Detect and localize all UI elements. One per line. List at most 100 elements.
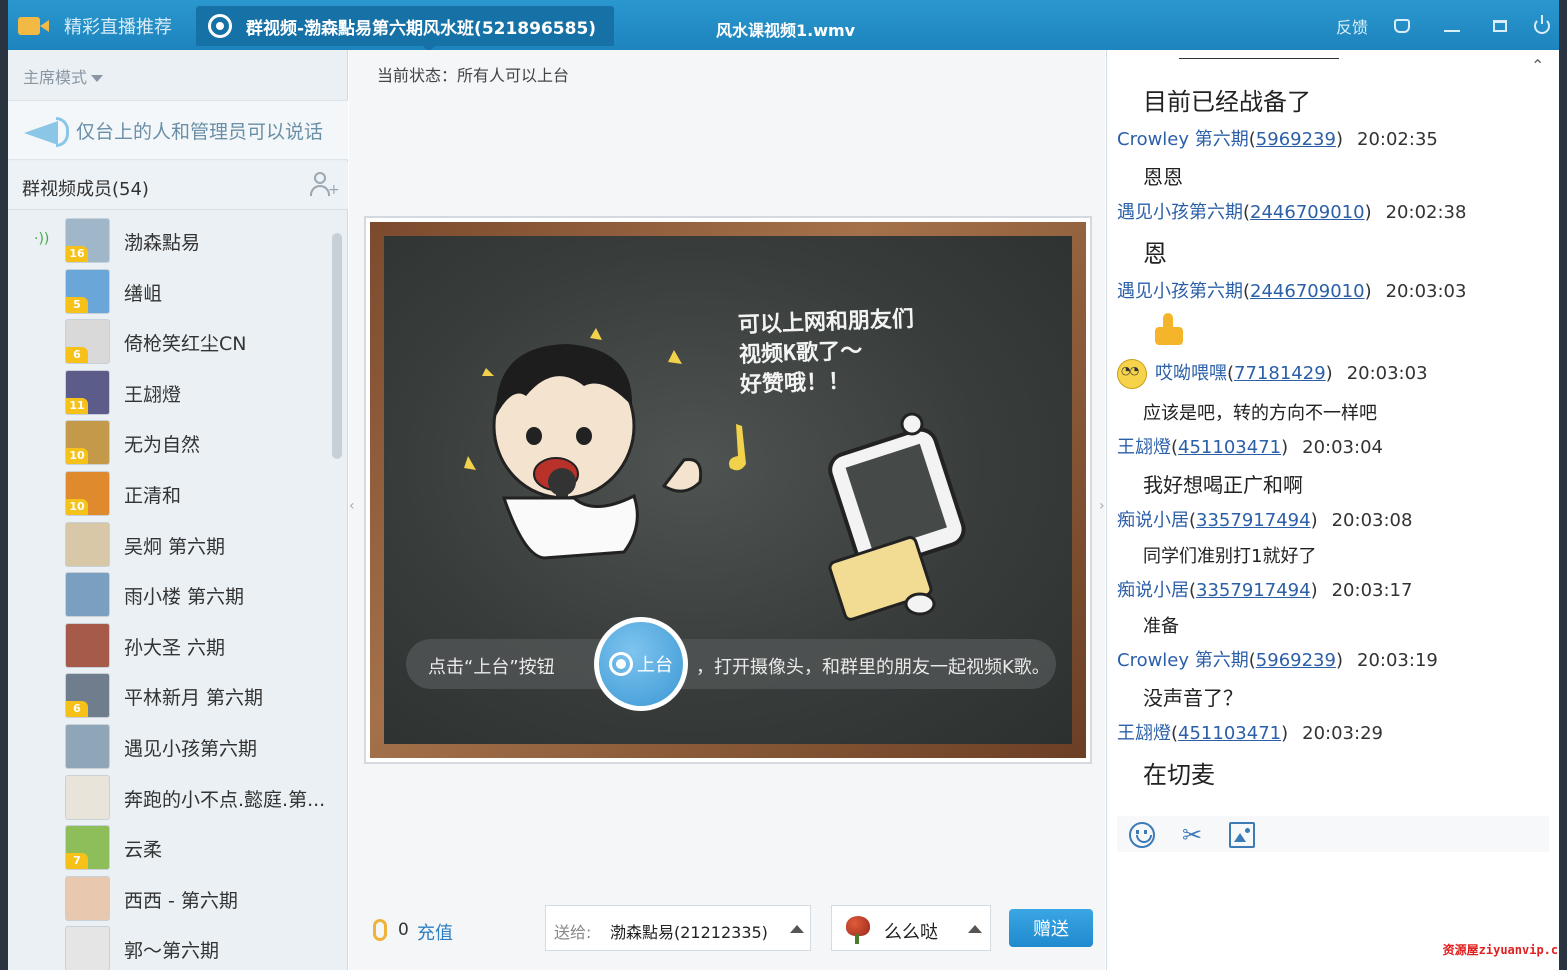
avatar[interactable]: [65, 572, 110, 618]
sender-name[interactable]: 痴说小居: [1117, 580, 1189, 601]
member-item[interactable]: 遇见小孩第六期: [8, 721, 330, 772]
message-body: 同学们准别打1就好了: [1143, 546, 1317, 567]
member-item[interactable]: 孙大圣 六期: [8, 620, 330, 671]
message-body: 恩: [1143, 240, 1167, 268]
member-item[interactable]: 6 倚枪笑红尘CN: [8, 316, 330, 367]
member-item[interactable]: 奔跑的小不点.懿庭.第...: [8, 772, 330, 823]
rose-icon: [842, 914, 876, 944]
sender-qq[interactable]: 451103471: [1178, 723, 1281, 744]
sender-qq[interactable]: 3357917494: [1196, 510, 1311, 531]
avatar[interactable]: 6: [65, 673, 110, 719]
avatar[interactable]: 7: [65, 825, 110, 871]
sender-name[interactable]: 遇见小孩第六期: [1117, 281, 1243, 302]
video-title: 风水课视频1.wmv: [716, 21, 856, 40]
sender-name[interactable]: 遇见小孩第六期: [1117, 202, 1243, 223]
scissors-icon[interactable]: ✂: [1179, 822, 1205, 848]
member-item[interactable]: 西西 - 第六期: [8, 873, 330, 924]
sender-qq[interactable]: 3357917494: [1196, 580, 1311, 601]
give-gift-button[interactable]: 赠送: [1009, 909, 1093, 947]
sender-name[interactable]: 王翃燈: [1117, 723, 1171, 744]
member-item[interactable]: 6 平林新月 第六期: [8, 670, 330, 721]
sender-qq[interactable]: 77181429: [1234, 363, 1326, 384]
member-item[interactable]: 10 正清和: [8, 468, 330, 519]
sender-name[interactable]: Crowley 第六期: [1117, 129, 1249, 150]
message-header: 痴说小居(3357917494) 20:03:08: [1117, 510, 1413, 531]
message-time: 20:02:38: [1385, 202, 1467, 223]
members-panel: 主席模式 仅台上的人和管理员可以说话 群视频成员(54) + ·)) 16 渤森點易…: [8, 50, 348, 970]
sender-name[interactable]: 痴说小居: [1117, 510, 1189, 531]
message-time: 20:03:17: [1331, 580, 1413, 601]
minimize-button[interactable]: [1438, 14, 1466, 38]
member-item[interactable]: 5 缮岨: [8, 266, 330, 317]
member-item[interactable]: 郭～第六期: [8, 923, 330, 970]
message-header: 遇见小孩第六期(2446709010) 20:02:38: [1117, 202, 1467, 223]
tab-group-label: 群视频-渤森點易第六期风水班(521896585): [246, 18, 597, 39]
member-name: 郭～第六期: [124, 940, 220, 963]
avatar[interactable]: [65, 723, 110, 769]
avatar[interactable]: [65, 622, 110, 668]
sender-name[interactable]: 王翃燈: [1117, 437, 1171, 458]
send-to-select[interactable]: 送给: 渤森點易(21212335): [545, 905, 811, 951]
webcam-icon: [208, 14, 232, 38]
speaking-notice: 仅台上的人和管理员可以说话: [8, 100, 348, 160]
sender-name[interactable]: 哎呦喂嘿: [1155, 363, 1227, 384]
avatar[interactable]: [65, 875, 110, 921]
member-name: 倚枪笑红尘CN: [124, 333, 247, 356]
tab-live-label: 精彩直播推荐: [64, 17, 172, 38]
close-button[interactable]: [1528, 14, 1556, 38]
member-list[interactable]: ·)) 16 渤森點易 5 缮岨 6 倚枪笑红尘CN 11 王翃燈 10 无为自然 10 正清和 吴炯 第…: [8, 215, 330, 970]
member-item[interactable]: 7 云柔: [8, 822, 330, 873]
chalk-line: 可以上网和朋友们: [737, 306, 915, 339]
coin-count: 0: [398, 920, 409, 940]
maximize-button[interactable]: [1486, 14, 1514, 38]
avatar[interactable]: 5: [65, 268, 110, 314]
sender-qq[interactable]: 5969239: [1256, 129, 1336, 150]
member-item[interactable]: ·)) 16 渤森點易: [8, 215, 330, 266]
collapse-right-icon[interactable]: ›: [1099, 498, 1105, 514]
member-name: 西西 - 第六期: [124, 889, 238, 912]
smiley-avatar-icon: [1117, 359, 1147, 389]
add-member-icon[interactable]: +: [310, 172, 340, 198]
mode-dropdown[interactable]: 主席模式: [23, 64, 104, 88]
chalk-line: 好赞哦！！: [739, 369, 851, 399]
feedback-button[interactable]: 反馈: [1332, 14, 1372, 38]
message-header: 遇见小孩第六期(2446709010) 20:03:03: [1117, 281, 1467, 302]
avatar[interactable]: 10: [65, 470, 110, 516]
level-badge: 11: [66, 397, 88, 414]
member-item[interactable]: 10 无为自然: [8, 417, 330, 468]
member-name: 缮岨: [124, 282, 163, 305]
member-item[interactable]: 11 王翃燈: [8, 367, 330, 418]
chalkboard-frame: 可以上网和朋友们 视频K歌了～ 好赞哦！！ 点击“上台”按钮 上台 ，打开摄像头…: [370, 222, 1086, 758]
message-header: 哎呦喂嘿(77181429)20:03:03: [1117, 359, 1547, 389]
sender-qq[interactable]: 5969239: [1256, 650, 1336, 671]
avatar[interactable]: 16: [65, 218, 110, 263]
tab-live-recommend[interactable]: 精彩直播推荐: [18, 6, 194, 46]
app-window: 精彩直播推荐 群视频-渤森點易第六期风水班(521896585) 风水课视频1.…: [8, 0, 1559, 970]
avatar[interactable]: 11: [65, 369, 110, 415]
member-item[interactable]: 雨小楼 第六期: [8, 569, 330, 620]
sender-name[interactable]: Crowley 第六期: [1117, 650, 1249, 671]
gift-select[interactable]: 么么哒: [831, 905, 991, 951]
avatar[interactable]: [65, 926, 110, 970]
tab-group-video[interactable]: 群视频-渤森點易第六期风水班(521896585): [196, 6, 614, 52]
message-body: 准备: [1143, 616, 1179, 637]
sender-qq[interactable]: 451103471: [1178, 437, 1281, 458]
avatar[interactable]: 10: [65, 420, 110, 466]
avatar[interactable]: [65, 521, 110, 567]
sender-qq[interactable]: 2446709010: [1250, 281, 1365, 302]
webcam-icon: [609, 652, 633, 676]
member-list-scrollbar[interactable]: [332, 233, 342, 459]
message-time: 20:03:04: [1302, 437, 1383, 458]
member-name: 奔跑的小不点.懿庭.第...: [124, 788, 326, 811]
recharge-link[interactable]: 充值: [417, 919, 453, 945]
skin-button[interactable]: [1388, 14, 1416, 38]
avatar[interactable]: 6: [65, 319, 110, 365]
go-on-stage-button[interactable]: 上台: [594, 617, 688, 711]
avatar[interactable]: [65, 774, 110, 820]
sender-qq[interactable]: 2446709010: [1250, 202, 1365, 223]
emoji-icon[interactable]: [1129, 822, 1155, 848]
image-icon[interactable]: [1229, 822, 1255, 848]
member-item[interactable]: 吴炯 第六期: [8, 519, 330, 570]
collapse-left-icon[interactable]: ‹: [349, 498, 355, 514]
level-badge: 6: [66, 701, 88, 718]
